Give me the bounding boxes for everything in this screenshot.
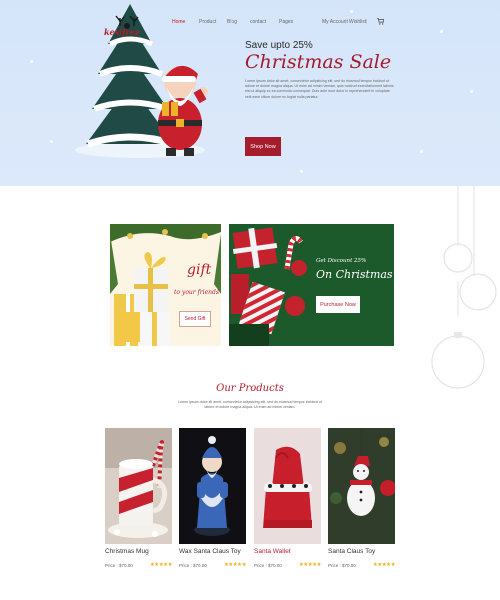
- product-card[interactable]: Santa Wallet Price : $70.00 ★★★★★: [254, 428, 322, 573]
- product-rating-stars: ★★★★★: [223, 562, 247, 568]
- wishlist-link[interactable]: Wishlist: [349, 19, 366, 25]
- gift-boxes-illustration: [110, 224, 221, 346]
- shop-now-button[interactable]: Shop Now: [245, 137, 281, 156]
- hero-banner: kesifree Home Product Blog contact Pages…: [0, 0, 500, 186]
- purchase-now-button[interactable]: Purchase Now: [316, 296, 360, 313]
- product-image-wax-santa[interactable]: [179, 428, 246, 544]
- discount-eyebrow: Get Discount 25%: [316, 258, 367, 264]
- product-rating-stars: ★★★★★: [372, 562, 396, 568]
- send-gift-button[interactable]: Send Gift: [179, 311, 211, 327]
- nav-item-product[interactable]: Product: [199, 19, 216, 25]
- snowflake: [30, 60, 33, 63]
- nav-item-contact[interactable]: contact: [250, 19, 266, 25]
- snowflake: [50, 140, 53, 143]
- product-name[interactable]: Christmas Mug: [105, 548, 149, 555]
- product-price: Price : $70.00: [254, 563, 282, 568]
- nav-divider: |: [366, 19, 368, 25]
- gift-promo-title: gift: [187, 262, 212, 278]
- snowflake: [350, 10, 353, 13]
- product-image-santa-toy[interactable]: [328, 428, 395, 544]
- cart-icon[interactable]: [377, 18, 384, 25]
- product-rating-stars: ★★★★★: [298, 562, 322, 568]
- brand-logo-text[interactable]: kesifree: [104, 27, 140, 37]
- snowflake: [470, 90, 473, 93]
- nav-divider: |: [345, 19, 347, 25]
- product-rating-stars: ★★★★★: [149, 562, 173, 568]
- snowflake: [440, 30, 443, 33]
- product-name[interactable]: Wax Santa Claus Toy: [179, 548, 241, 555]
- snowflake: [300, 170, 303, 173]
- products-description: Lorem ipsum dolor sit amet, consectetur …: [177, 400, 323, 410]
- nav-item-pages[interactable]: Pages: [279, 19, 293, 25]
- hero-description: Lorem ipsum dolor sit amet, consectetur …: [245, 79, 394, 99]
- gift-promo-banner[interactable]: [110, 224, 221, 346]
- hanging-ornaments-decoration: [431, 186, 497, 389]
- snowflake: [420, 150, 423, 153]
- hero-title: Christmas Sale: [245, 51, 392, 73]
- product-card[interactable]: Christmas Mug Price : $70.00 ★★★★★: [105, 428, 173, 573]
- product-card[interactable]: Wax Santa Claus Toy Price : $70.00 ★★★★★: [179, 428, 247, 573]
- my-account-link[interactable]: My Account: [322, 19, 348, 25]
- nav-item-blog[interactable]: Blog: [227, 19, 237, 25]
- product-image-santa-wallet[interactable]: [254, 428, 321, 544]
- nav-item-home[interactable]: Home: [172, 19, 185, 25]
- gift-promo-subtitle: to your friends: [174, 289, 219, 296]
- product-price: Price : $70.00: [328, 563, 356, 568]
- product-price: Price : $70.00: [105, 563, 133, 568]
- discount-title: On Christmas Sale: [316, 268, 421, 281]
- product-price: Price : $70.00: [179, 563, 207, 568]
- hero-subtitle: Save upto 25%: [245, 40, 313, 51]
- christmas-presents-illustration: [229, 224, 394, 346]
- product-name[interactable]: Santa Wallet: [254, 548, 291, 555]
- product-card[interactable]: Santa Claus Toy Price : $70.00 ★★★★★: [328, 428, 396, 573]
- discount-promo-banner[interactable]: [229, 224, 394, 346]
- products-heading: Our Products: [216, 383, 284, 394]
- product-image-christmas-mug[interactable]: [105, 428, 172, 544]
- product-name[interactable]: Santa Claus Toy: [328, 548, 375, 555]
